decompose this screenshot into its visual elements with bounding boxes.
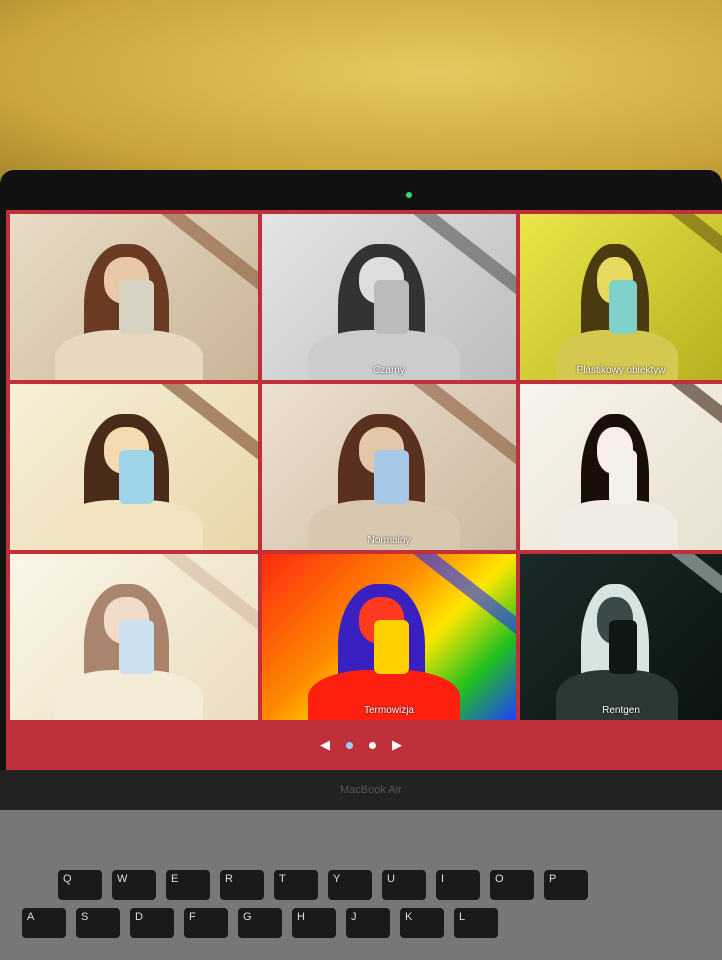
page-dot-1[interactable] xyxy=(346,741,353,749)
key-w[interactable]: W xyxy=(112,870,156,900)
filter-label: Normalny xyxy=(367,535,411,546)
key-g[interactable]: G xyxy=(238,908,282,938)
key-l[interactable]: L xyxy=(454,908,498,938)
key-r[interactable]: R xyxy=(220,870,264,900)
filter-tile-6[interactable] xyxy=(520,384,722,550)
key-i[interactable]: I xyxy=(436,870,480,900)
keyboard: Q W E R T Y U I O P A S D F G H J K L xyxy=(0,810,722,960)
key-k[interactable]: K xyxy=(400,908,444,938)
filter-tile-5[interactable]: Normalny xyxy=(262,384,516,550)
filter-label: Termowizja xyxy=(363,705,414,716)
next-page-button[interactable]: ▶ xyxy=(392,737,402,753)
key-t[interactable]: T xyxy=(274,870,318,900)
key-q[interactable]: Q xyxy=(58,870,102,900)
key-o[interactable]: O xyxy=(490,870,534,900)
key-e[interactable]: E xyxy=(166,870,210,900)
filter-tile-2[interactable]: Czarny xyxy=(262,214,516,380)
key-u[interactable]: U xyxy=(382,870,426,900)
filter-label: Plastikowy obiektyw xyxy=(576,365,666,376)
laptop-brand: MacBook Air xyxy=(340,784,402,796)
filter-tile-8[interactable]: Termowizja xyxy=(262,554,516,720)
key-j[interactable]: J xyxy=(346,908,390,938)
camera-indicator-icon xyxy=(406,192,412,198)
filter-grid-screen: Czarny Plastikowy obiektyw Normalny Term… xyxy=(6,210,722,770)
key-p[interactable]: P xyxy=(544,870,588,900)
prev-page-button[interactable]: ◀ xyxy=(320,737,330,753)
filter-tile-4[interactable] xyxy=(10,384,258,550)
filter-tile-9[interactable]: Rentgen xyxy=(520,554,722,720)
filter-tile-1[interactable] xyxy=(10,214,258,380)
key-a[interactable]: A xyxy=(22,908,66,938)
wall-background xyxy=(0,0,722,180)
key-y[interactable]: Y xyxy=(328,870,372,900)
filter-tile-7[interactable] xyxy=(10,554,258,720)
filter-tile-3[interactable]: Plastikowy obiektyw xyxy=(520,214,722,380)
page-dot-2[interactable] xyxy=(369,741,376,749)
page-nav: ◀ ▶ xyxy=(320,736,402,754)
key-f[interactable]: F xyxy=(184,908,228,938)
filter-label: Czarny xyxy=(373,365,405,376)
key-d[interactable]: D xyxy=(130,908,174,938)
key-s[interactable]: S xyxy=(76,908,120,938)
key-h[interactable]: H xyxy=(292,908,336,938)
filter-label: Rentgen xyxy=(602,705,640,716)
